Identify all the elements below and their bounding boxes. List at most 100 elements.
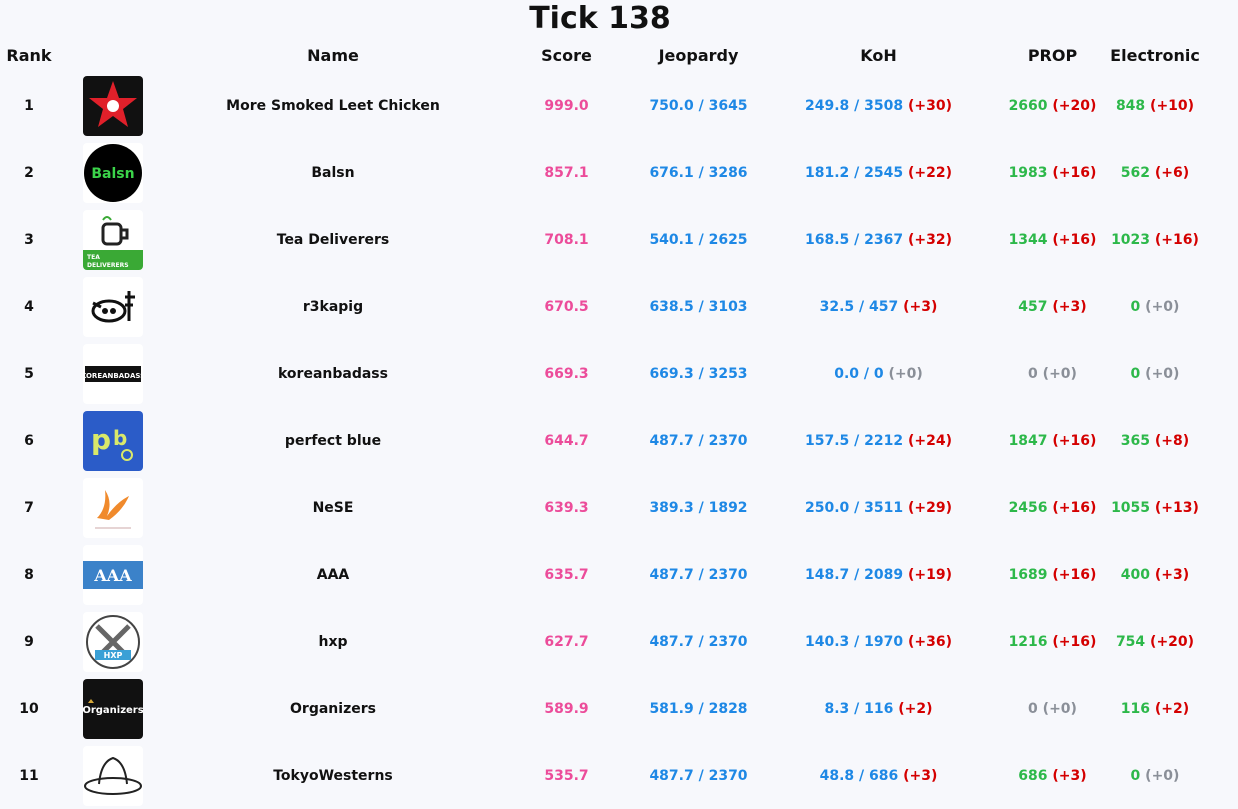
koh-cell: 0.0 / 0 (+0) — [762, 340, 995, 407]
koh-cell: 48.8 / 686 (+3) — [762, 742, 995, 809]
prop-value: 1344 — [1008, 231, 1048, 248]
prop-value: 2456 — [1008, 499, 1048, 516]
prop-delta: (+16) — [1052, 231, 1097, 248]
score-cell: 627.7 — [498, 608, 635, 675]
rank-value: 9 — [24, 633, 34, 650]
jeopardy-value: 487.7 / 2370 — [649, 566, 748, 583]
team-name: Tea Deliverers — [276, 231, 390, 248]
team-name: hxp — [318, 633, 348, 650]
electronic-delta: (+0) — [1145, 767, 1180, 784]
rank-cell: 2 — [0, 139, 58, 206]
table-row[interactable]: 9 HXP hxp 627.7 487.7 / 2370 140.3 / 1970 (+3… — [0, 608, 1200, 675]
koh-delta: (+3) — [903, 298, 938, 315]
score-value: 857.1 — [544, 164, 589, 181]
jeopardy-cell: 487.7 / 2370 — [635, 608, 762, 675]
electronic-delta: (+10) — [1150, 97, 1195, 114]
team-name-cell: TokyoWesterns — [168, 742, 498, 809]
rank-cell: 1 — [0, 72, 58, 139]
table-row[interactable]: 5 KOREANBADASS koreanbadass 669.3 669.3 / 32… — [0, 340, 1200, 407]
koh-value: 181.2 / 2545 — [805, 164, 904, 181]
page-title: Tick 138 — [529, 1, 671, 36]
table-row[interactable]: 3 TEA DELIVERERS Tea Deliverers 708.1 540.1 /… — [0, 206, 1200, 273]
rank-cell: 4 — [0, 273, 58, 340]
tea-deliverers-logo: TEA DELIVERERS — [83, 209, 143, 270]
jeopardy-value: 487.7 / 2370 — [649, 432, 748, 449]
table-row[interactable]: 1 More Smoked Leet Chicken 999.0 750.0 / 36… — [0, 72, 1200, 139]
svg-text:DELIVERERS: DELIVERERS — [87, 262, 129, 269]
table-row[interactable]: 7 NeSE 639.3 389.3 / 1892 250.0 / 3511 (+29)… — [0, 474, 1200, 541]
logo-cell: HXP — [58, 608, 168, 675]
rank-value: 7 — [24, 499, 34, 516]
jeopardy-value: 750.0 / 3645 — [649, 97, 748, 114]
rank-cell: 6 — [0, 407, 58, 474]
rank-cell: 9 — [0, 608, 58, 675]
svg-text:AAA: AAA — [93, 566, 132, 585]
score-cell: 589.9 — [498, 675, 635, 742]
electronic-value: 1023 — [1111, 231, 1151, 248]
team-name-cell: Balsn — [168, 139, 498, 206]
koh-delta: (+19) — [907, 566, 952, 583]
jeopardy-value: 676.1 / 3286 — [649, 164, 748, 181]
koh-value: 249.8 / 3508 — [805, 97, 904, 114]
rank-value: 4 — [24, 298, 34, 315]
jeopardy-value: 669.3 / 3253 — [649, 365, 748, 382]
table-row[interactable]: 11 TokyoWesterns 535.7 487.7 / 2370 48.8 / 6… — [0, 742, 1200, 809]
prop-cell: 0 (+0) — [995, 675, 1110, 742]
score-header: Score — [541, 45, 592, 65]
table-row[interactable]: 2 Balsn Balsn 857.1 676.1 / 3286 181.2 / 2545… — [0, 139, 1200, 206]
koh-cell: 168.5 / 2367 (+32) — [762, 206, 995, 273]
jeopardy-cell: 487.7 / 2370 — [635, 407, 762, 474]
koh-cell: 181.2 / 2545 (+22) — [762, 139, 995, 206]
prop-cell: 1344 (+16) — [995, 206, 1110, 273]
jeopardy-cell: 676.1 / 3286 — [635, 139, 762, 206]
score-cell: 669.3 — [498, 340, 635, 407]
electronic-delta: (+13) — [1154, 499, 1199, 516]
jeopardy-value: 638.5 / 3103 — [649, 298, 748, 315]
svg-text:Balsn: Balsn — [91, 166, 134, 182]
svg-text:HXP: HXP — [104, 651, 123, 660]
koh-cell: 148.7 / 2089 (+19) — [762, 541, 995, 608]
koh-delta: (+32) — [907, 231, 952, 248]
electronic-value: 116 — [1120, 700, 1151, 717]
scoreboard-table: Rank Name Score Jeopardy KoH PROP Electr… — [0, 38, 1200, 809]
logo-cell: Organizers — [58, 675, 168, 742]
electronic-value: 365 — [1120, 432, 1151, 449]
logo-cell — [58, 742, 168, 809]
score-value: 669.3 — [544, 365, 589, 382]
koh-header: KoH — [860, 45, 897, 65]
team-name: AAA — [316, 566, 350, 583]
prop-cell: 457 (+3) — [995, 273, 1110, 340]
prop-delta: (+16) — [1052, 164, 1097, 181]
score-value: 589.9 — [544, 700, 589, 717]
jeopardy-cell: 669.3 / 3253 — [635, 340, 762, 407]
score-cell: 670.5 — [498, 273, 635, 340]
score-cell: 644.7 — [498, 407, 635, 474]
koh-cell: 157.5 / 2212 (+24) — [762, 407, 995, 474]
score-cell: 708.1 — [498, 206, 635, 273]
name-header: Name — [307, 45, 359, 65]
koh-cell: 8.3 / 116 (+2) — [762, 675, 995, 742]
rank-cell: 8 — [0, 541, 58, 608]
table-row[interactable]: 6 p b perfect blue 644.7 487.7 / 2370 157.5 / … — [0, 407, 1200, 474]
electronic-cell: 365 (+8) — [1110, 407, 1200, 474]
table-row[interactable]: 10 Organizers Organizers 589.9 581.9 / 2828 8… — [0, 675, 1200, 742]
r3kapig-logo — [83, 276, 143, 337]
table-row[interactable]: 4 r3kapig 670.5 638.5 / 3103 32.5 / 457 (+3)… — [0, 273, 1200, 340]
electronic-delta: (+2) — [1154, 700, 1190, 717]
jeopardy-value: 581.9 / 2828 — [649, 700, 748, 717]
prop-cell: 2660 (+20) — [995, 72, 1110, 139]
rank-cell: 5 — [0, 340, 58, 407]
logo-cell — [58, 273, 168, 340]
electronic-value: 0 — [1130, 298, 1141, 315]
prop-delta: (+0) — [1042, 365, 1077, 382]
koh-value: 0.0 / 0 — [834, 365, 884, 382]
table-row[interactable]: 8 AAA AAA 635.7 487.7 / 2370 148.7 / 2089 (+1… — [0, 541, 1200, 608]
svg-text:b: b — [113, 426, 127, 450]
score-cell: 999.0 — [498, 72, 635, 139]
team-name: Balsn — [311, 164, 355, 181]
team-name-cell: More Smoked Leet Chicken — [168, 72, 498, 139]
team-name-cell: koreanbadass — [168, 340, 498, 407]
electronic-cell: 562 (+6) — [1110, 139, 1200, 206]
score-cell: 635.7 — [498, 541, 635, 608]
team-name-cell: r3kapig — [168, 273, 498, 340]
